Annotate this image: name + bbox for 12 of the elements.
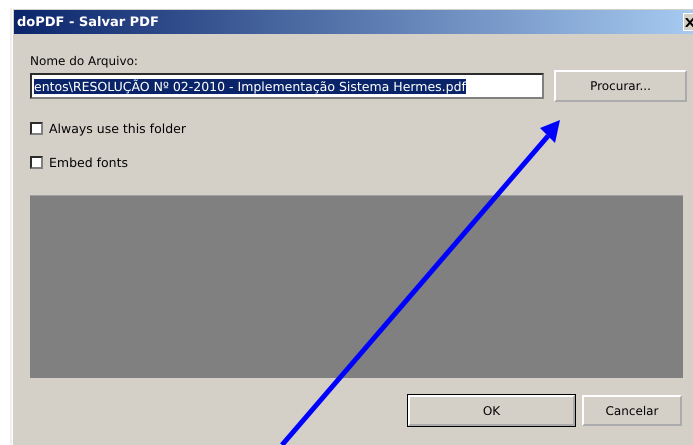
checkbox[interactable]	[30, 156, 43, 168]
file-name-label: Nome do Arquivo:	[30, 54, 139, 70]
close-button[interactable]	[683, 13, 693, 31]
checkbox[interactable]	[30, 122, 43, 134]
file-name-field[interactable]: entos\RESOLUÇÃO Nº 02-2010 - Implementação Sistema Hermes.pdf	[30, 73, 544, 99]
close-icon	[685, 18, 693, 26]
window-title: doPDF - Salvar PDF	[16, 14, 159, 30]
checkbox-label[interactable]: Embed fonts	[49, 154, 128, 170]
checkbox-label[interactable]: Always use this folder	[49, 120, 186, 136]
browse-button[interactable]: Procurar...	[554, 70, 687, 102]
ok-button[interactable]: OK	[408, 395, 575, 426]
cancel-button[interactable]: Cancelar	[582, 395, 682, 426]
